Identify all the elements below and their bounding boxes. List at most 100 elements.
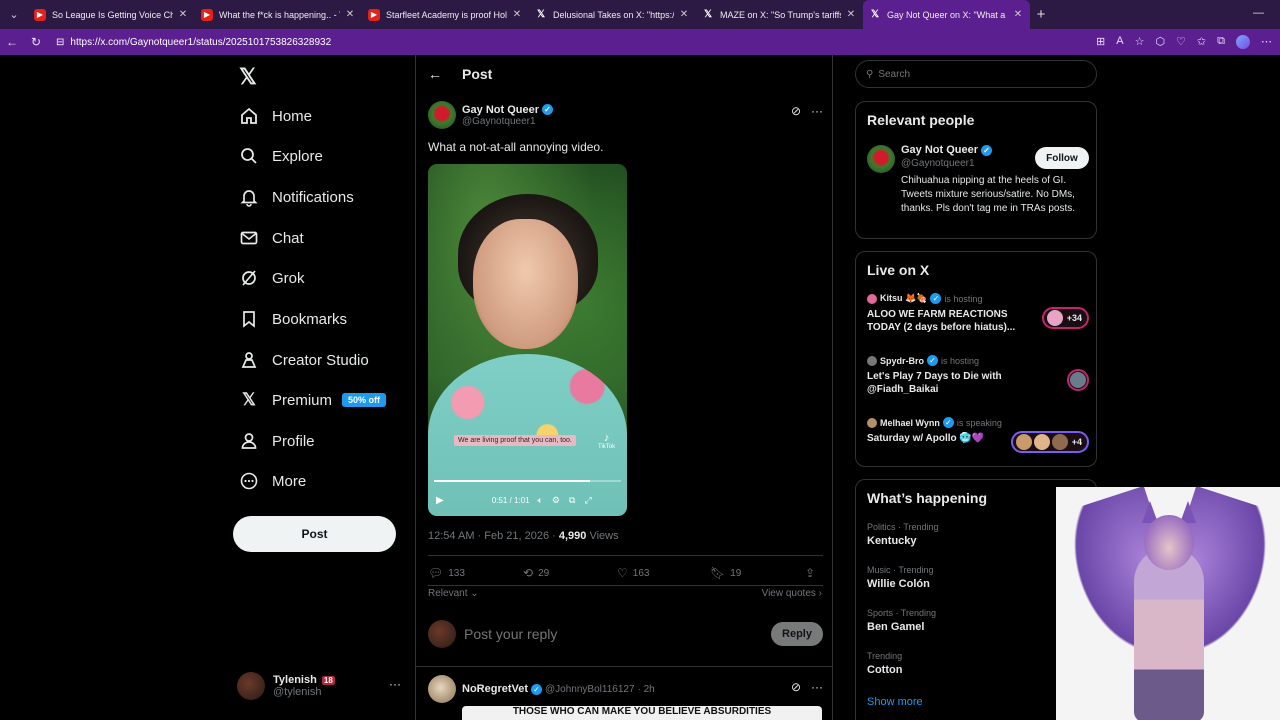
video-player[interactable]: We are living proof that you can, too. ♪… (428, 164, 627, 516)
account-switcher[interactable]: Tylenish 18 @tylenish ··· (237, 669, 407, 703)
fullscreen-icon[interactable]: ⤢ (584, 495, 591, 506)
close-icon[interactable]: ✕ (1012, 9, 1024, 20)
picture-in-picture-icon[interactable]: ⧉ (569, 495, 575, 506)
browser-tab[interactable]: ▶ Starfleet Academy is proof Hollyw ✕ (362, 0, 529, 29)
verified-badge-icon: ✓ (930, 293, 942, 304)
author-handle[interactable]: @Gaynotqueer1 (462, 116, 553, 127)
nav-home[interactable]: Home (238, 101, 312, 131)
trend-item[interactable]: Music · Trending Willie Colón (867, 565, 1047, 590)
close-icon[interactable]: ✕ (511, 9, 523, 20)
back-icon[interactable]: ← (0, 35, 24, 49)
nav-notifications[interactable]: Notifications (238, 182, 354, 212)
browser-tab[interactable]: 𝕏 Delusional Takes on X: "https://t.c ✕ (529, 0, 696, 29)
browser-essentials-icon[interactable]: ♡ (1176, 35, 1186, 49)
stream-avatar-overlay (1056, 487, 1280, 720)
collections-icon[interactable]: ⧉ (1217, 35, 1225, 49)
more-icon[interactable]: ··· (389, 677, 401, 691)
profile-avatar-icon[interactable] (1236, 35, 1250, 49)
favorites-icon[interactable]: ✩ (1197, 35, 1206, 49)
post-button[interactable]: Post (233, 516, 396, 552)
new-tab-button[interactable]: + (1030, 6, 1052, 23)
extensions-icon[interactable]: ⬡ (1155, 35, 1165, 49)
more-icon[interactable]: ··· (811, 680, 823, 694)
like-button[interactable]: ♡ 163 (617, 566, 710, 580)
reply-sort-dropdown[interactable]: Relevant ⌄ (428, 588, 479, 599)
close-icon[interactable]: ✕ (845, 9, 857, 20)
close-icon[interactable]: ✕ (177, 9, 189, 20)
app-available-icon[interactable]: ⊞ (1096, 35, 1105, 49)
volume-icon[interactable]: 🔈︎ (538, 495, 543, 506)
timestamp-text[interactable]: 12:54 AM · Feb 21, 2026 · (428, 530, 559, 542)
live-host-line: Kitsu 🦊🍖 ✓ is hosting (867, 293, 1089, 304)
trend-item[interactable]: Politics · Trending Kentucky (867, 522, 1047, 547)
search-box[interactable]: ⚲ (855, 60, 1097, 88)
author-name[interactable]: Gay Not Queer ✓ (462, 104, 554, 116)
live-space-item[interactable]: Melhael Wynn ✓ is speaking Saturday w/ A… (867, 417, 1089, 457)
refresh-icon[interactable]: ↻ (24, 35, 48, 49)
grok-icon[interactable]: ⊘ (791, 104, 801, 118)
nav-bookmarks[interactable]: Bookmarks (238, 304, 347, 334)
nav-premium[interactable]: 𝕏 Premium 50% off (238, 385, 387, 415)
video-progress-bar[interactable] (434, 480, 621, 482)
browser-tab[interactable]: ▶ So League Is Getting Voice Chat... ✕ (28, 0, 195, 29)
trend-category: Sports · Trending (867, 608, 937, 618)
divider (416, 666, 832, 667)
person-bio: Chihuahua nipping at the heels of GI. Tw… (901, 175, 1076, 214)
search-icon (238, 145, 260, 167)
reply-button[interactable]: 💬︎ 133 (428, 566, 523, 580)
person-name[interactable]: Gay Not Queer ✓ (901, 144, 993, 156)
relevant-people-card: Relevant people Gay Not Queer ✓ @Gaynotq… (855, 101, 1097, 239)
verified-badge-icon: ✓ (542, 104, 554, 115)
avatar[interactable] (428, 675, 456, 703)
close-icon[interactable]: ✕ (344, 9, 356, 20)
trend-name: Willie Colón (867, 578, 930, 590)
back-arrow-icon[interactable]: ← (428, 66, 442, 82)
avatar[interactable] (428, 101, 456, 129)
trend-item[interactable]: Sports · Trending Ben Gamel (867, 608, 1047, 633)
live-space-item[interactable]: Spydr-Bro ✓ is hosting Let's Play 7 Days… (867, 355, 1089, 395)
reply-input[interactable] (464, 626, 771, 642)
bookmark-button[interactable]: 🔖︎ 19 (710, 566, 805, 580)
site-info-icon[interactable]: ⊟ (56, 37, 64, 48)
nav-chat[interactable]: Chat (238, 223, 304, 253)
search-input[interactable] (878, 68, 1079, 80)
browser-tab[interactable]: ▶ What the f*ck is happening.. - You ✕ (195, 0, 362, 29)
settings-icon[interactable]: ⚙︎ (552, 495, 560, 506)
browser-tab[interactable]: 𝕏 MAZE on X: "So Trump's tariffs are ✕ (696, 0, 863, 29)
avatar[interactable] (867, 145, 895, 173)
grok-icon[interactable]: ⊘ (791, 680, 801, 694)
url-field[interactable]: ⊟ https://x.com/Gaynotqueer1/status/2025… (56, 37, 1096, 48)
close-icon[interactable]: ✕ (678, 9, 690, 20)
share-button[interactable]: ⇪ (805, 566, 815, 580)
reply-author-name[interactable]: NoRegretVet (462, 683, 528, 695)
view-quotes-link[interactable]: View quotes › (762, 588, 822, 599)
repost-button[interactable]: ⟲ 29 (523, 566, 617, 580)
tab-actions-icon[interactable]: ⌄ (0, 0, 28, 29)
browser-tab-active[interactable]: 𝕏 Gay Not Queer on X: "What a not- ✕ (863, 0, 1030, 29)
favorite-star-icon[interactable]: ☆ (1135, 35, 1145, 49)
follow-button[interactable]: Follow (1035, 147, 1089, 169)
more-icon[interactable]: ··· (811, 104, 823, 118)
live-host-state: is hosting (941, 355, 980, 366)
reply-submit-button[interactable]: Reply (771, 622, 823, 646)
tweet-top-actions: ⊘ ··· (791, 104, 823, 118)
reply-author-handle[interactable]: @JohnnyBol116127 (545, 684, 634, 695)
live-space-item[interactable]: Kitsu 🦊🍖 ✓ is hosting ALOO WE FARM REACT… (867, 293, 1089, 333)
play-icon[interactable]: ▶ (436, 495, 444, 506)
nav-creator-studio[interactable]: Creator Studio (238, 345, 369, 375)
minimize-icon[interactable]: — (1253, 7, 1264, 19)
nav-profile[interactable]: Profile (238, 426, 315, 456)
reply-tweet-media[interactable]: THOSE WHO CAN MAKE YOU BELIEVE ABSURDITI… (462, 706, 822, 720)
live-title: Let's Play 7 Days to Die with @Fiadh_Bai… (867, 371, 1002, 395)
nav-grok[interactable]: Grok (238, 263, 305, 293)
more-icon[interactable]: ⋯ (1261, 35, 1272, 49)
trend-item[interactable]: Trending Cotton (867, 651, 1047, 676)
reply-tweet[interactable]: NoRegretVet ✓ @JohnnyBol116127 · 2h ⊘ ··… (428, 674, 823, 704)
x-logo-icon[interactable]: 𝕏 (239, 64, 257, 90)
nav-more[interactable]: More (238, 466, 306, 496)
show-more-link[interactable]: Show more (867, 696, 923, 708)
nav-explore[interactable]: Explore (238, 141, 323, 171)
avatar (867, 355, 877, 366)
tab-title: So League Is Getting Voice Chat... (52, 9, 173, 20)
read-aloud-icon[interactable]: A (1116, 35, 1123, 49)
